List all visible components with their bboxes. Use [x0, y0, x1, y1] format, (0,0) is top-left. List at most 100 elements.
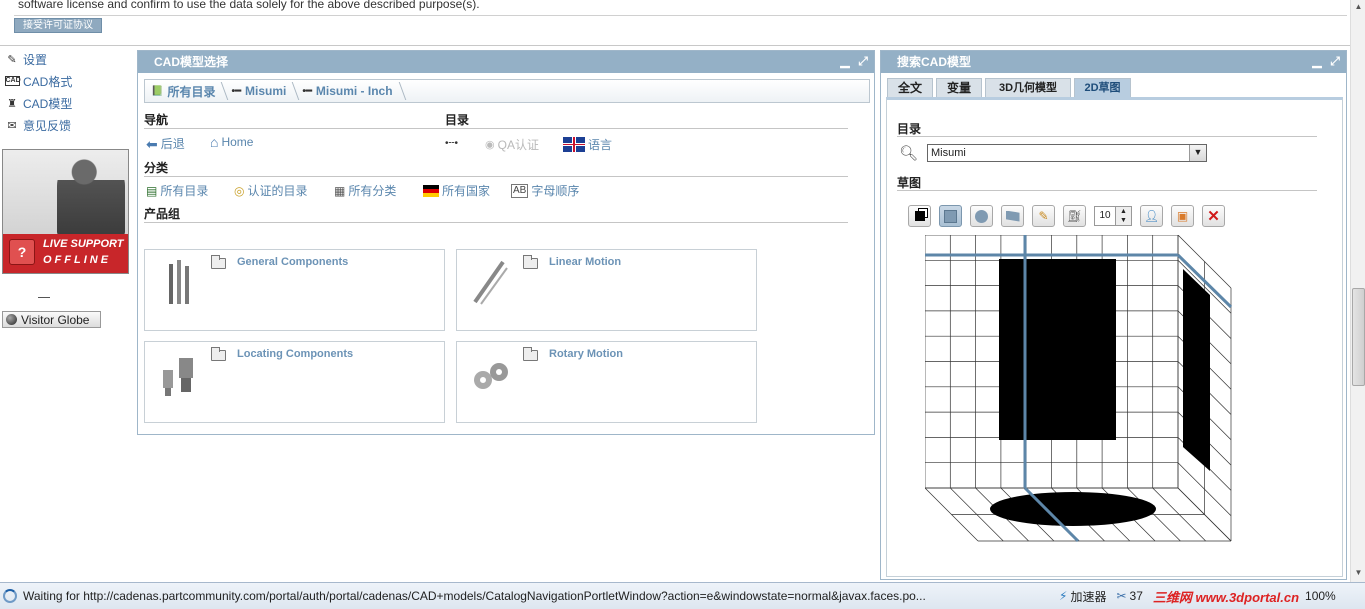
- product-group-name: Linear Motion: [549, 256, 622, 268]
- visitor-globe-label: Visitor Globe: [21, 312, 90, 327]
- product-group-general-components[interactable]: General Components: [144, 249, 445, 331]
- left-nav-cad-model[interactable]: ♜ CAD模型: [4, 94, 72, 112]
- cad-format-icon: CAD: [4, 76, 21, 86]
- live-support-banner: ? LIVE SUPPORT OFFLINE: [3, 234, 128, 273]
- link-label: 字母顺序: [531, 184, 580, 198]
- tab-3d-geometry[interactable]: 3D几何模型: [985, 78, 1071, 97]
- rectangle-tool[interactable]: [939, 205, 962, 227]
- misumi-logo-icon: •━: [231, 85, 241, 97]
- breadcrumb-all-catalogs[interactable]: 📗 所有目录: [145, 80, 225, 102]
- chevron-down-icon[interactable]: ▼: [1189, 145, 1206, 161]
- link-label: QA认证: [497, 138, 539, 152]
- chevron-down-icon[interactable]: ▼: [1120, 217, 1127, 224]
- minimize-icon[interactable]: ▁: [838, 55, 852, 68]
- pencil-icon: ✎: [7, 53, 17, 66]
- home-link[interactable]: ⌂ Home: [210, 135, 253, 149]
- tab-fulltext[interactable]: 全文: [887, 78, 933, 97]
- sketch-label: 草图: [897, 176, 922, 190]
- left-nav-label: CAD模型: [23, 96, 73, 111]
- back-link[interactable]: ⬅ 后退: [146, 135, 185, 152]
- product-group-linear-motion[interactable]: Linear Motion: [456, 249, 757, 331]
- watermark-text: 三维网 www.3dportal.cn: [1152, 589, 1300, 605]
- paint-bucket-icon: ⛽︎: [1066, 209, 1083, 223]
- maximize-icon[interactable]: ⤢: [856, 55, 870, 68]
- breadcrumb-misumi-inch[interactable]: •━ Misumi - Inch: [296, 80, 402, 102]
- product-group-rotary-motion[interactable]: Rotary Motion: [456, 341, 757, 423]
- spinner-buttons[interactable]: ▲ ▼: [1116, 206, 1132, 226]
- grid-size-input[interactable]: 10: [1094, 206, 1116, 226]
- pins-thumbnail: [169, 260, 189, 304]
- zoom-level[interactable]: 100%: [1305, 589, 1336, 603]
- link-label: 所有国家: [442, 184, 491, 198]
- left-nav-settings[interactable]: ✎ 设置: [4, 50, 47, 68]
- scrollbar-thumb[interactable]: [1352, 288, 1365, 386]
- left-nav-label: CAD格式: [23, 74, 73, 89]
- left-nav-cad-format[interactable]: CAD CAD格式: [4, 72, 72, 90]
- category-all-classes[interactable]: ▦ 所有分类: [334, 182, 396, 199]
- category-certified[interactable]: ◎ 认证的目录: [234, 182, 308, 199]
- catalog-select-value: Misumi: [931, 147, 966, 159]
- tab-2d-sketch[interactable]: 2D草图: [1074, 78, 1131, 97]
- misumi-logo-icon: •━: [302, 85, 312, 97]
- accept-license-button[interactable]: 接受许可证协议: [14, 18, 102, 33]
- home-icon: ⌂: [210, 134, 219, 150]
- nav-section-title: 导航: [144, 113, 169, 127]
- page-scrollbar[interactable]: ▲ ▼: [1350, 0, 1365, 582]
- breadcrumb-label: 所有目录: [167, 84, 216, 99]
- polygon-tool[interactable]: [1001, 205, 1024, 227]
- grid-size-stepper[interactable]: 10 ▲ ▼: [1094, 206, 1132, 226]
- live-support-line1: LIVE SUPPORT: [43, 238, 124, 250]
- pencil-icon: ✎: [1038, 209, 1049, 223]
- minimize-icon[interactable]: ▁: [1310, 55, 1324, 68]
- counter[interactable]: ✂︎ 37: [1116, 589, 1142, 603]
- misumi-logo-icon: •╌•: [445, 138, 459, 149]
- paint-bucket-tool[interactable]: ⛽︎: [1063, 205, 1086, 227]
- scroll-up-icon[interactable]: ▲: [1352, 0, 1365, 14]
- shaft-thumbnail: [473, 260, 508, 305]
- clear-tool[interactable]: ✕: [1202, 205, 1225, 227]
- search-cad-model-panel: 搜索CAD模型 ▁ ⤢ 全文 变量 3D几何模型 2D草图 目录 🔍︎ Misu…: [880, 50, 1347, 609]
- product-group-locating-components[interactable]: Locating Components: [144, 341, 445, 423]
- scroll-down-icon[interactable]: ▼: [1352, 566, 1365, 580]
- close-icon: ✕: [1207, 208, 1220, 225]
- qa-certified-icon: ◉: [485, 138, 495, 151]
- fill-color-tool[interactable]: [908, 205, 931, 227]
- support-agent-image: [57, 156, 125, 236]
- color-palette-tool[interactable]: ▣: [1171, 205, 1194, 227]
- folder-icon: [211, 255, 226, 269]
- certified-catalog-icon: ◎: [234, 183, 245, 198]
- language-link[interactable]: 语言: [563, 136, 612, 153]
- left-nav-label: 意见反馈: [23, 118, 72, 133]
- visitor-globe-button[interactable]: Visitor Globe: [2, 311, 101, 328]
- link-label: 语言: [588, 138, 613, 152]
- panel-title: 搜索CAD模型: [881, 51, 1346, 73]
- globe-icon: [6, 314, 17, 325]
- uk-flag-icon: [563, 137, 585, 152]
- live-support-widget[interactable]: ? LIVE SUPPORT OFFLINE: [2, 149, 129, 274]
- license-bar: software license and confirm to use the …: [0, 0, 1350, 46]
- category-all-countries[interactable]: 所有国家: [423, 182, 490, 199]
- german-flag-icon: [423, 184, 439, 197]
- search-body: 目录 🔍︎ Misumi ▼ 草图 ✎ ⛽︎ 10 ▲ ▼ 👤︎ ▣ ✕: [886, 97, 1343, 609]
- pen-tool[interactable]: ✎: [1032, 205, 1055, 227]
- breadcrumb-misumi[interactable]: •━ Misumi: [225, 80, 296, 102]
- lightning-icon: ⚡︎: [1059, 589, 1068, 603]
- product-group-name: General Components: [237, 256, 349, 268]
- maximize-icon[interactable]: ⤢: [1328, 55, 1342, 68]
- sketch-canvas[interactable]: [925, 235, 1235, 547]
- accelerator-button[interactable]: ⚡︎ 加速器: [1059, 588, 1106, 605]
- left-nav-feedback[interactable]: ✉ 意见反馈: [4, 116, 71, 134]
- category-all-catalogs[interactable]: ▤ 所有目录: [146, 182, 208, 199]
- question-icon: ?: [9, 239, 35, 265]
- link-label: 所有目录: [160, 184, 209, 198]
- catalog-select[interactable]: Misumi ▼: [927, 144, 1207, 162]
- ellipse-tool[interactable]: [970, 205, 993, 227]
- product-group-name: Locating Components: [237, 348, 354, 360]
- sketch-side-rectangle: [1183, 269, 1210, 471]
- tab-variables[interactable]: 变量: [936, 78, 982, 97]
- polygon-icon: [1005, 210, 1020, 222]
- qa-certified-link: ◉ QA认证: [485, 136, 539, 153]
- category-alphabetical[interactable]: AB 字母顺序: [511, 182, 579, 199]
- chevron-up-icon[interactable]: ▲: [1120, 208, 1127, 215]
- import-image-tool[interactable]: 👤︎: [1140, 205, 1163, 227]
